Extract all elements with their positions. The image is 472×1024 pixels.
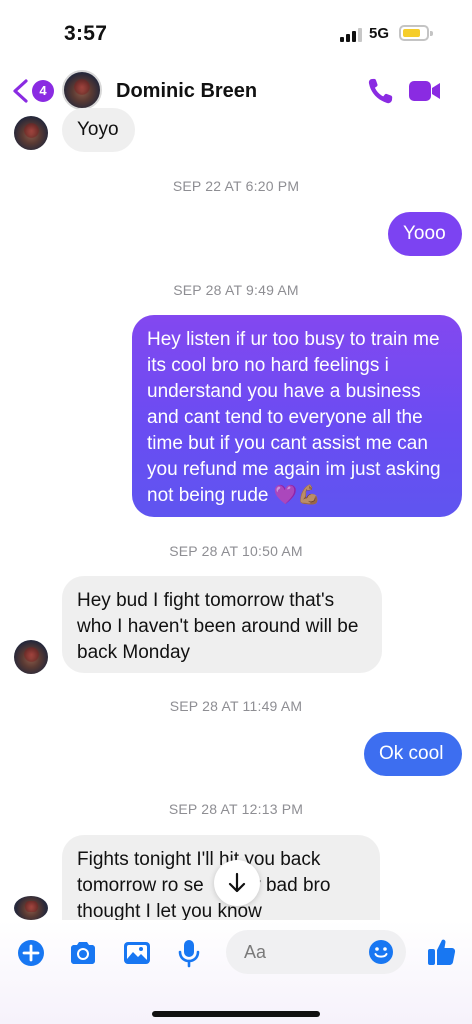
smiley-icon[interactable]	[368, 939, 394, 965]
chevron-left-icon	[13, 79, 28, 103]
phone-icon[interactable]	[366, 76, 394, 106]
scroll-to-bottom-button[interactable]	[214, 860, 260, 906]
thumbs-up-icon[interactable]	[426, 936, 458, 968]
message-bubble-outgoing[interactable]: Ok cool	[364, 732, 462, 776]
image-icon[interactable]	[122, 938, 152, 968]
camera-icon[interactable]	[68, 938, 98, 968]
status-time: 3:57	[64, 22, 108, 45]
microphone-icon[interactable]	[174, 938, 204, 968]
message-timestamp: SEP 28 AT 10:50 AM	[169, 543, 303, 559]
contact-name[interactable]: Dominic Breen	[116, 80, 257, 103]
status-bar: 3:57 5G	[0, 0, 472, 62]
message-bubble-incoming[interactable]: Yoyo	[62, 108, 135, 152]
message-input[interactable]	[244, 930, 364, 974]
message-bubble-outgoing[interactable]: Yooo	[388, 212, 462, 256]
message-timestamp: SEP 28 AT 11:49 AM	[169, 698, 303, 714]
message-timestamp: SEP 22 AT 6:20 PM	[172, 178, 300, 194]
message-timestamp: SEP 28 AT 9:49 AM	[173, 282, 299, 298]
contact-avatar-small[interactable]	[14, 896, 48, 920]
message-input-container[interactable]	[226, 930, 406, 974]
message-timestamp: SEP 28 AT 12:13 PM	[168, 801, 304, 817]
contact-avatar-small[interactable]	[14, 640, 48, 674]
network-label: 5G	[369, 25, 390, 42]
back-button[interactable]: 4	[8, 76, 54, 106]
message-bubble-incoming[interactable]: Hey bud I fight tomorrow that's who I ha…	[62, 576, 382, 673]
contact-avatar[interactable]	[62, 70, 102, 110]
video-camera-icon[interactable]	[408, 78, 442, 104]
arrow-down-icon	[228, 872, 246, 893]
unread-badge: 4	[32, 80, 54, 102]
plus-circle-icon[interactable]	[16, 938, 46, 968]
battery-icon	[399, 25, 433, 41]
home-indicator	[152, 1011, 320, 1017]
signal-icon	[340, 28, 362, 42]
contact-avatar-small[interactable]	[14, 116, 48, 150]
message-bubble-outgoing[interactable]: Hey listen if ur too busy to train me it…	[132, 315, 462, 517]
composer-bar	[0, 920, 472, 1024]
